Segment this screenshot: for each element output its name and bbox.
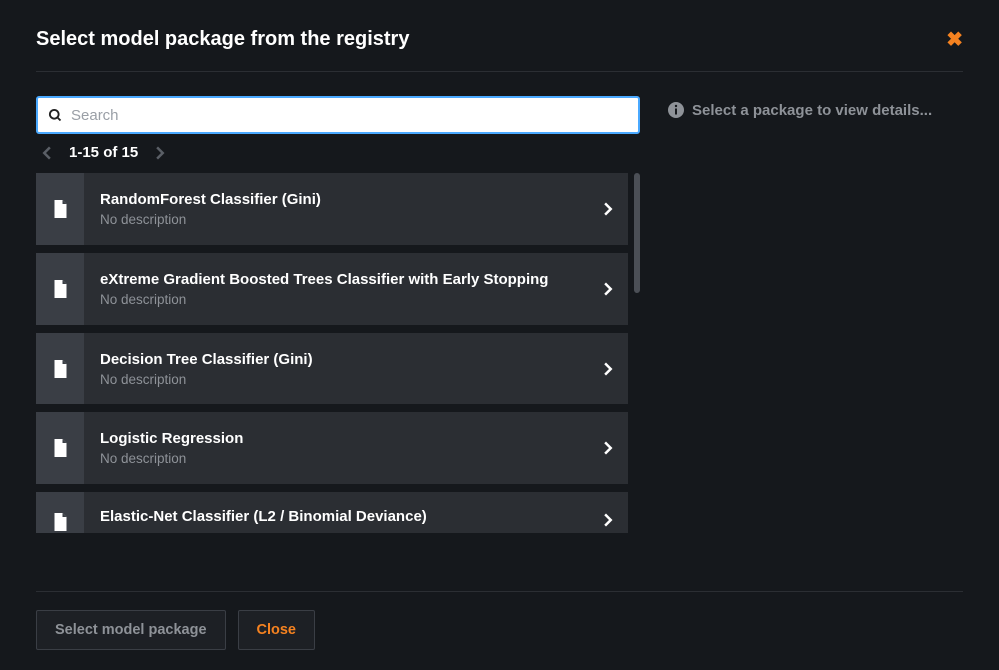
select-model-package-button[interactable]: Select model package (36, 610, 226, 650)
modal-select-model-package: Select model package from the registry ✖… (0, 0, 999, 670)
chevron-right-icon (588, 173, 628, 245)
package-title: RandomForest Classifier (Gini) (100, 191, 572, 208)
list-viewport: RandomForest Classifier (Gini) No descri… (36, 173, 640, 533)
search-icon (48, 108, 63, 123)
pagination: 1-15 of 15 (36, 134, 640, 173)
info-icon (668, 102, 684, 118)
package-description: No description (100, 451, 572, 466)
package-row-content: RandomForest Classifier (Gini) No descri… (84, 173, 588, 245)
package-list: RandomForest Classifier (Gini) No descri… (36, 173, 628, 533)
package-row[interactable]: Elastic-Net Classifier (L2 / Binomial De… (36, 492, 628, 533)
scrollbar-thumb[interactable] (634, 173, 640, 293)
package-list-panel: 1-15 of 15 RandomForest Classifier (Gini… (36, 96, 640, 567)
pager-prev-icon[interactable] (42, 146, 51, 160)
search-input[interactable] (71, 107, 628, 124)
package-title: Logistic Regression (100, 430, 572, 447)
close-icon[interactable]: ✖ (946, 30, 963, 50)
chevron-right-icon (588, 253, 628, 325)
package-row[interactable]: Logistic Regression No description (36, 412, 628, 484)
chevron-right-icon (588, 412, 628, 484)
file-icon (36, 492, 84, 533)
modal-header: Select model package from the registry ✖ (36, 28, 963, 72)
package-row-content: eXtreme Gradient Boosted Trees Classifie… (84, 253, 588, 325)
pager-label: 1-15 of 15 (69, 144, 138, 161)
package-title: eXtreme Gradient Boosted Trees Classifie… (100, 271, 572, 288)
details-placeholder: Select a package to view details... (692, 102, 932, 119)
file-icon (36, 333, 84, 405)
package-title: Decision Tree Classifier (Gini) (100, 351, 572, 368)
modal-footer: Select model package Close (36, 591, 963, 670)
close-button[interactable]: Close (238, 610, 316, 650)
modal-body: 1-15 of 15 RandomForest Classifier (Gini… (36, 72, 963, 567)
search-input-wrap[interactable] (36, 96, 640, 134)
package-description: No description (100, 292, 572, 307)
scrollbar[interactable] (634, 173, 640, 533)
package-title: Elastic-Net Classifier (L2 / Binomial De… (100, 508, 572, 525)
file-icon (36, 253, 84, 325)
package-row-content: Logistic Regression No description (84, 412, 588, 484)
details-panel: Select a package to view details... (668, 96, 963, 567)
package-row[interactable]: Decision Tree Classifier (Gini) No descr… (36, 333, 628, 405)
package-row-content: Decision Tree Classifier (Gini) No descr… (84, 333, 588, 405)
package-row[interactable]: eXtreme Gradient Boosted Trees Classifie… (36, 253, 628, 325)
package-row-content: Elastic-Net Classifier (L2 / Binomial De… (84, 492, 588, 533)
chevron-right-icon (588, 492, 628, 533)
file-icon (36, 412, 84, 484)
pager-next-icon[interactable] (156, 146, 165, 160)
chevron-right-icon (588, 333, 628, 405)
modal-title: Select model package from the registry (36, 28, 409, 51)
package-description: No description (100, 372, 572, 387)
file-icon (36, 173, 84, 245)
package-row[interactable]: RandomForest Classifier (Gini) No descri… (36, 173, 628, 245)
package-description: No description (100, 212, 572, 227)
